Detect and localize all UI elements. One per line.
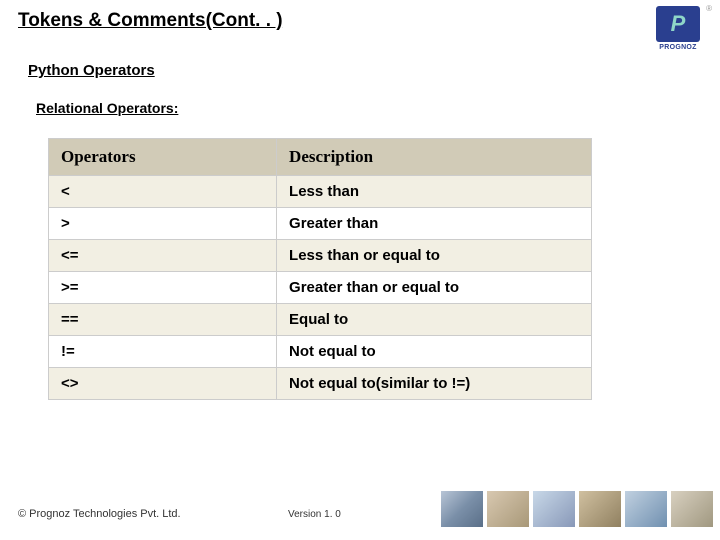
footer-thumb-icon — [486, 490, 530, 528]
table-row: < Less than — [49, 176, 592, 208]
operators-table: Operators Description < Less than > Grea… — [48, 138, 592, 400]
brand-logo: ® P PROGNOZ — [648, 6, 708, 60]
desc-cell: Greater than — [277, 208, 592, 240]
table-row: > Greater than — [49, 208, 592, 240]
logo-square: P — [656, 6, 700, 42]
op-cell: != — [49, 336, 277, 368]
table-row: <= Less than or equal to — [49, 240, 592, 272]
desc-cell: Not equal to(similar to !=) — [277, 368, 592, 400]
header-description: Description — [277, 139, 592, 176]
footer-thumb-icon — [532, 490, 576, 528]
logo-text: PROGNOZ — [659, 44, 697, 51]
section-heading: Python Operators — [28, 62, 155, 79]
op-cell: <= — [49, 240, 277, 272]
desc-cell: Less than or equal to — [277, 240, 592, 272]
footer-thumb-icon — [578, 490, 622, 528]
footer: © Prognoz Technologies Pvt. Ltd. Version… — [0, 486, 720, 532]
op-cell: <> — [49, 368, 277, 400]
table-row: == Equal to — [49, 304, 592, 336]
version-text: Version 1. 0 — [288, 509, 341, 520]
table-row: >= Greater than or equal to — [49, 272, 592, 304]
table-row: != Not equal to — [49, 336, 592, 368]
copyright-text: © Prognoz Technologies Pvt. Ltd. — [18, 508, 181, 520]
header-operators: Operators — [49, 139, 277, 176]
footer-thumb-icon — [670, 490, 714, 528]
registered-symbol: ® — [706, 4, 712, 13]
table-header-row: Operators Description — [49, 139, 592, 176]
footer-thumb-icon — [624, 490, 668, 528]
desc-cell: Not equal to — [277, 336, 592, 368]
desc-cell: Equal to — [277, 304, 592, 336]
op-cell: == — [49, 304, 277, 336]
footer-thumb-icon — [440, 490, 484, 528]
op-cell: < — [49, 176, 277, 208]
footer-images — [440, 490, 714, 528]
table-row: <> Not equal to(similar to !=) — [49, 368, 592, 400]
desc-cell: Less than — [277, 176, 592, 208]
desc-cell: Greater than or equal to — [277, 272, 592, 304]
op-cell: >= — [49, 272, 277, 304]
slide-title: Tokens & Comments(Cont. . ) — [18, 10, 283, 32]
subsection-heading: Relational Operators: — [36, 100, 178, 116]
op-cell: > — [49, 208, 277, 240]
